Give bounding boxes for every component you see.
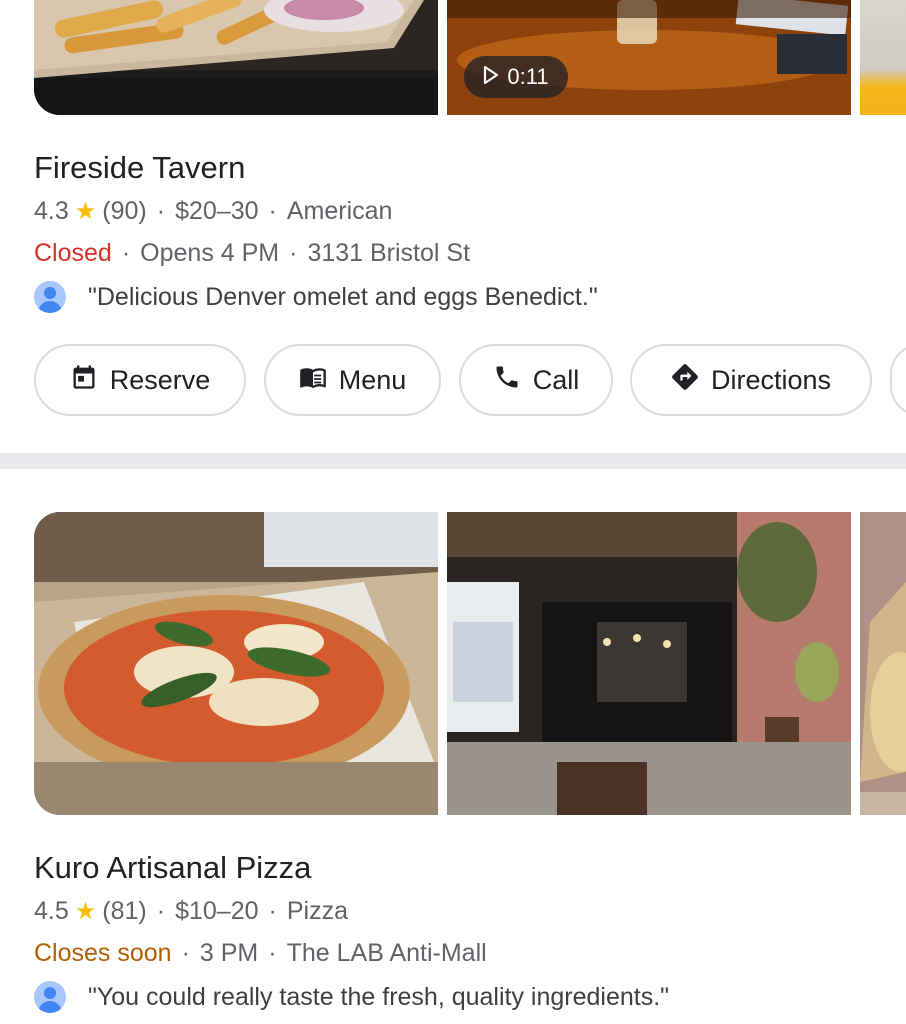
restaurant-photo-partial[interactable] xyxy=(860,0,906,115)
cuisine-category: Pizza xyxy=(286,897,348,925)
address: 3131 Bristol St xyxy=(307,239,471,267)
result-title[interactable]: Fireside Tavern xyxy=(34,150,245,186)
restaurant-photo-pizza[interactable] xyxy=(34,512,438,815)
restaurant-photo-partial[interactable] xyxy=(860,512,906,815)
restaurant-photo-food[interactable] xyxy=(34,0,438,115)
menu-label: Menu xyxy=(338,364,407,395)
phone-icon xyxy=(493,363,521,398)
review-snippet-row: "You could really taste the fresh, quali… xyxy=(34,981,669,1013)
menu-button[interactable]: Menu xyxy=(264,344,441,416)
cuisine-category: American xyxy=(286,197,393,225)
separator: · xyxy=(268,939,277,967)
result-rating-line: 4.5 ★ (81) · $10–20 · Pizza xyxy=(34,897,348,926)
rating-value: 4.3 xyxy=(34,197,69,225)
directions-label: Directions xyxy=(710,364,832,395)
menu-book-icon xyxy=(299,363,327,398)
restaurant-photo-storefront[interactable] xyxy=(447,512,851,815)
directions-icon xyxy=(671,363,699,398)
separator: · xyxy=(156,197,166,225)
open-status: Closed xyxy=(34,239,112,267)
result-title[interactable]: Kuro Artisanal Pizza xyxy=(34,850,311,886)
hours-info: Opens 4 PM xyxy=(140,239,280,267)
video-duration-chip[interactable]: 0:11 xyxy=(464,56,568,98)
review-count: (90) xyxy=(102,197,147,225)
price-range: $10–20 xyxy=(175,897,259,925)
separator: · xyxy=(181,939,190,967)
result-status-line: Closes soon · 3 PM · The LAB Anti-Mall xyxy=(34,939,487,968)
separator: · xyxy=(268,197,277,225)
directions-button[interactable]: Directions xyxy=(630,344,872,416)
video-duration: 0:11 xyxy=(507,64,549,89)
rating-value: 4.5 xyxy=(34,897,69,925)
call-label: Call xyxy=(532,364,580,395)
more-actions-button-partial[interactable] xyxy=(890,344,906,416)
reserve-label: Reserve xyxy=(109,364,211,395)
separator: · xyxy=(156,897,166,925)
star-icon: ★ xyxy=(74,898,97,925)
review-count: (81) xyxy=(102,897,147,925)
address: The LAB Anti-Mall xyxy=(286,939,487,967)
review-snippet: "You could really taste the fresh, quali… xyxy=(88,982,670,1011)
separator: · xyxy=(121,239,131,267)
play-icon xyxy=(483,64,499,90)
result-status-line: Closed · Opens 4 PM · 3131 Bristol St xyxy=(34,239,470,268)
reviewer-avatar-icon xyxy=(34,281,66,313)
review-snippet: "Delicious Denver omelet and eggs Benedi… xyxy=(88,282,598,311)
separator: · xyxy=(268,897,277,925)
reserve-button[interactable]: Reserve xyxy=(34,344,246,416)
price-range: $20–30 xyxy=(175,197,259,225)
section-divider xyxy=(0,453,906,469)
call-button[interactable]: Call xyxy=(459,344,613,416)
star-icon: ★ xyxy=(74,198,97,225)
hours-info: 3 PM xyxy=(199,939,259,967)
reviewer-avatar-icon xyxy=(34,981,66,1013)
separator: · xyxy=(289,239,298,267)
calendar-icon xyxy=(70,363,98,398)
open-status: Closes soon xyxy=(34,939,172,967)
review-snippet-row: "Delicious Denver omelet and eggs Benedi… xyxy=(34,281,598,313)
result-rating-line: 4.3 ★ (90) · $20–30 · American xyxy=(34,197,392,226)
